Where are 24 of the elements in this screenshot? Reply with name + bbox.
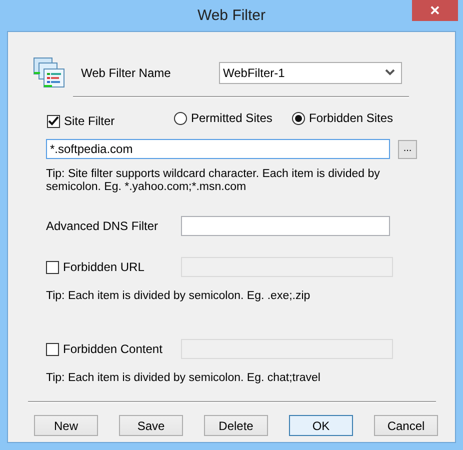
window-title: Web Filter [197, 7, 266, 24]
filter-name-dropdown[interactable]: WebFilter-1 [219, 62, 402, 84]
forbidden-content-checkbox[interactable]: Forbidden Content [46, 342, 181, 356]
dialog-button[interactable]: OK [289, 415, 353, 436]
close-button[interactable]: ✕ [412, 0, 458, 21]
browse-button[interactable]: ... [398, 140, 417, 158]
checkmark-icon [48, 116, 59, 126]
dialog-button[interactable]: Cancel [374, 415, 438, 436]
dialog-button[interactable]: New [34, 415, 98, 436]
dialog-button[interactable]: Delete [204, 415, 268, 436]
filter-list-icon [33, 56, 65, 88]
site-filter-checkbox[interactable]: Site Filter [47, 114, 115, 128]
filter-name-label: Web Filter Name [81, 66, 172, 80]
site-mode-radio[interactable]: Permitted Sites [174, 111, 272, 125]
dialog-button[interactable]: Save [119, 415, 183, 436]
site-filter-tip: Tip: Site filter supports wildcard character. Each item is divided by semicolon. Eg. *.yahoo.com;*.msn.com [45, 168, 381, 194]
chevron-down-icon [385, 69, 395, 76]
site-mode-radio[interactable]: Forbidden Sites [292, 111, 394, 125]
forbidden-url-tip: Tip: Each item is divided by semicolon. Eg. .exe;.zip [45, 290, 312, 303]
dns-filter-label: Advanced DNS Filter [46, 219, 160, 233]
dns-filter-field[interactable] [181, 216, 390, 236]
forbidden-content-tip: Tip: Each item is divided by semicolon. Eg. chat;travel [45, 372, 322, 385]
site-filter-field[interactable]: *.softpedia.com [46, 139, 390, 159]
forbidden-url-checkbox[interactable]: Forbidden URL [46, 260, 181, 274]
